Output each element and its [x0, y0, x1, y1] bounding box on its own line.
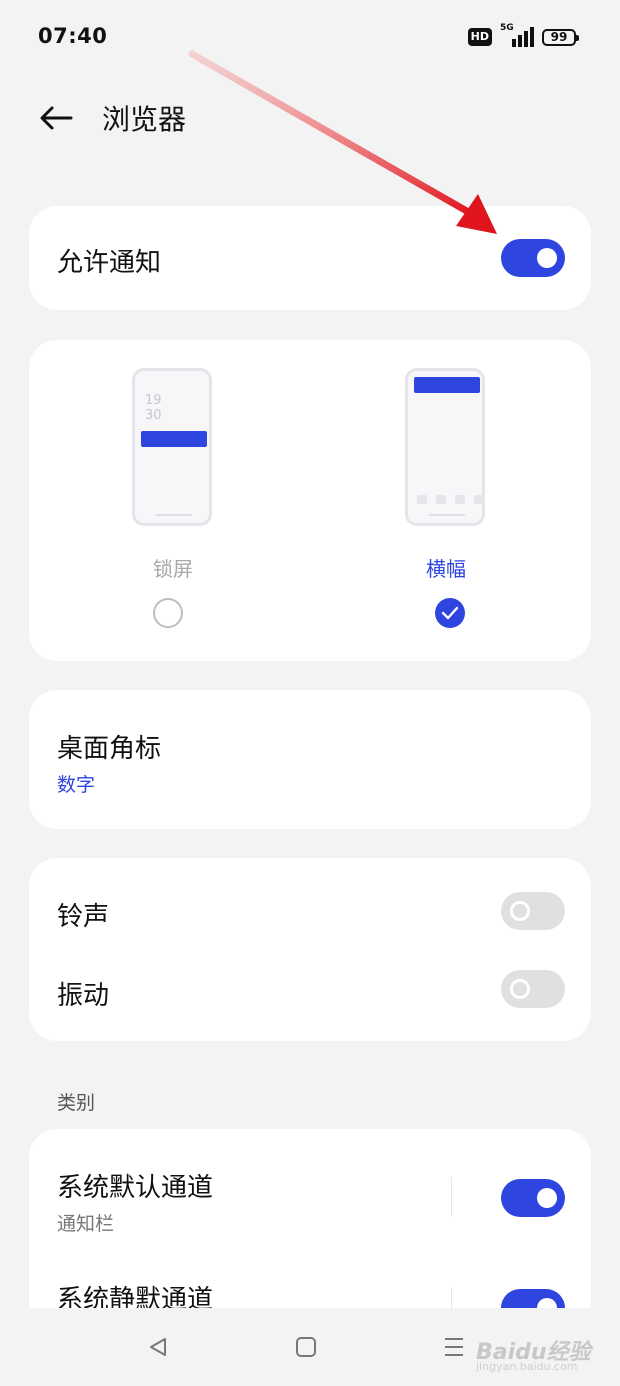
- battery-icon: 99: [542, 28, 579, 46]
- ringtone-toggle[interactable]: [501, 892, 565, 930]
- sound-card: 铃声 振动: [29, 858, 591, 1041]
- status-time: 07:40: [38, 24, 108, 48]
- back-nav-icon[interactable]: [138, 1332, 178, 1362]
- lockscreen-radio[interactable]: [153, 598, 183, 628]
- ringtone-label: 铃声: [57, 902, 110, 932]
- allow-notifications-card: 允许通知: [29, 206, 591, 310]
- lockscreen-label: 锁屏: [153, 557, 193, 581]
- check-icon: [441, 606, 459, 620]
- banner-label: 横幅: [426, 557, 466, 581]
- category-item-label: 系统默认通道: [57, 1173, 214, 1203]
- status-icons: HD 5G 99: [467, 23, 579, 50]
- page-title: 浏览器: [102, 103, 187, 136]
- battery-level: 99: [550, 30, 568, 44]
- back-arrow-icon[interactable]: [34, 96, 78, 140]
- recents-nav-icon[interactable]: [434, 1332, 474, 1362]
- category-item-toggle[interactable]: [501, 1179, 565, 1217]
- signal-icon: 5G: [500, 23, 534, 47]
- divider: [451, 1177, 452, 1217]
- app-badge-card[interactable]: 桌面角标 数字: [29, 690, 591, 829]
- allow-notifications-label: 允许通知: [57, 248, 162, 278]
- home-nav-icon[interactable]: [286, 1332, 326, 1362]
- vibrate-toggle[interactable]: [501, 970, 565, 1008]
- system-nav-bar: Baidu经验 jingyan.baidu.com: [0, 1308, 620, 1386]
- banner-preview: [405, 368, 485, 526]
- category-item-sub: 通知栏: [57, 1213, 115, 1235]
- status-bar: 07:40 HD 5G 99: [0, 0, 620, 76]
- app-badge-label: 桌面角标: [57, 734, 162, 764]
- notification-style-card: 19 30 锁屏 横幅: [29, 340, 591, 661]
- banner-radio[interactable]: [435, 598, 465, 628]
- vibrate-label: 振动: [57, 981, 110, 1011]
- app-badge-value: 数字: [57, 774, 96, 796]
- allow-notifications-toggle[interactable]: [501, 239, 565, 277]
- network-type: 5G: [500, 23, 514, 33]
- app-bar: 浏览器: [0, 86, 620, 150]
- watermark-url: jingyan.baidu.com: [476, 1360, 578, 1373]
- lockscreen-preview: 19 30: [132, 368, 212, 526]
- category-header: 类别: [57, 1092, 96, 1114]
- hd-icon: HD: [467, 28, 492, 46]
